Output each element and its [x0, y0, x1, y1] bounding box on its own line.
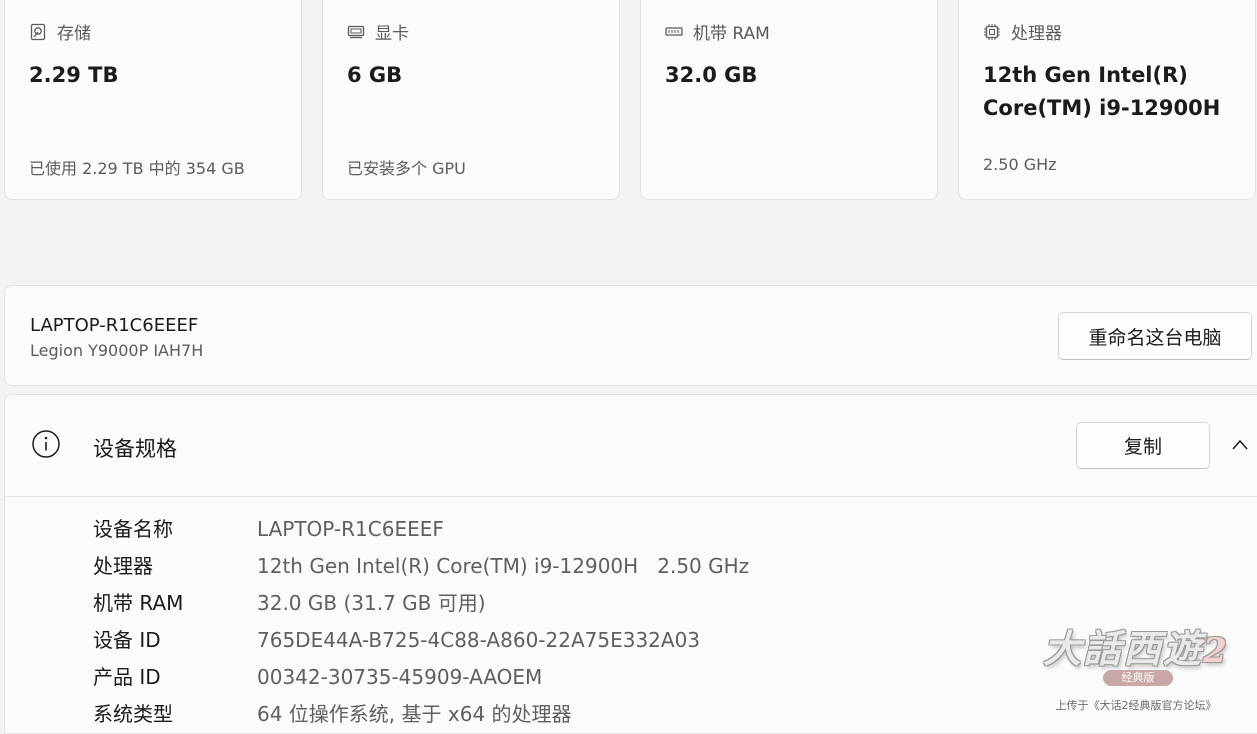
device-header: LAPTOP-R1C6EEEF Legion Y9000P IAH7H 重命名这…: [4, 285, 1257, 386]
spec-row: 设备 ID 765DE44A-B725-4C88-A860-22A75E332A…: [93, 622, 749, 659]
spec-row: 设备名称 LAPTOP-R1C6EEEF: [93, 511, 749, 548]
watermark-logo: 大話西遊2: [1043, 626, 1229, 671]
device-specs-header[interactable]: 设备规格 复制: [5, 395, 1257, 497]
spec-key: 设备 ID: [93, 628, 161, 652]
gpu-label: 显卡: [375, 24, 409, 44]
gpu-icon: [347, 25, 365, 38]
gpu-value: 6 GB: [347, 63, 403, 87]
spec-key: 处理器: [93, 554, 153, 578]
spec-key: 设备名称: [93, 517, 173, 541]
spec-row: 产品 ID 00342-30735-45909-AAOEM: [93, 659, 749, 696]
storage-usage: 已使用 2.29 TB 中的 354 GB: [29, 159, 245, 178]
spec-value: LAPTOP-R1C6EEEF: [257, 517, 444, 541]
watermark-caption: 上传于《大话2经典版官方论坛》: [1055, 699, 1217, 712]
device-model: Legion Y9000P IAH7H: [30, 341, 204, 360]
ram-icon: [665, 26, 683, 36]
spec-row: 系统类型 64 位操作系统, 基于 x64 的处理器: [93, 696, 749, 733]
spec-value: 32.0 GB (31.7 GB 可用): [257, 591, 486, 615]
spec-key: 产品 ID: [93, 665, 161, 689]
spec-row: 处理器 12th Gen Intel(R) Core(TM) i9-12900H…: [93, 548, 749, 585]
storage-card[interactable]: 存储 2.29 TB 已使用 2.29 TB 中的 354 GB: [4, 0, 302, 200]
spec-key: 系统类型: [93, 702, 173, 726]
cpu-card[interactable]: 处理器 12th Gen Intel(R) Core(TM) i9-12900H…: [958, 0, 1256, 200]
ram-value: 32.0 GB: [665, 63, 758, 87]
cpu-value: 12th Gen Intel(R) Core(TM) i9-12900H: [983, 63, 1221, 120]
ram-label: 机带 RAM: [693, 24, 770, 44]
cpu-label: 处理器: [1011, 24, 1062, 44]
cpu-speed: 2.50 GHz: [983, 155, 1057, 174]
specs-list: 设备名称 LAPTOP-R1C6EEEF 处理器 12th Gen Intel(…: [93, 511, 749, 733]
spec-key: 机带 RAM: [93, 591, 184, 615]
copy-button[interactable]: 复制: [1076, 422, 1210, 469]
device-name: LAPTOP-R1C6EEEF: [30, 315, 199, 336]
spec-value: 12th Gen Intel(R) Core(TM) i9-12900H 2.5…: [257, 554, 750, 578]
info-icon: [32, 430, 60, 458]
spec-value: 64 位操作系统, 基于 x64 的处理器: [257, 702, 572, 726]
storage-label: 存储: [57, 24, 91, 44]
storage-icon: [30, 23, 46, 40]
gpu-card[interactable]: 显卡 6 GB 已安装多个 GPU: [322, 0, 620, 200]
rename-pc-button[interactable]: 重命名这台电脑: [1058, 312, 1252, 360]
watermark: 大話西遊2 经典版 上传于《大话2经典版官方论坛》: [1025, 618, 1247, 718]
ram-card[interactable]: 机带 RAM 32.0 GB: [640, 0, 938, 200]
specs-title: 设备规格: [93, 437, 177, 461]
chevron-up-icon[interactable]: [1230, 435, 1250, 455]
gpu-sub: 已安装多个 GPU: [347, 159, 466, 178]
spec-value: 00342-30735-45909-AAOEM: [257, 665, 543, 689]
spec-value: 765DE44A-B725-4C88-A860-22A75E332A03: [257, 628, 701, 652]
spec-row: 机带 RAM 32.0 GB (31.7 GB 可用): [93, 585, 749, 622]
cpu-icon: [984, 23, 1000, 40]
storage-value: 2.29 TB: [29, 63, 119, 87]
watermark-badge: 经典版: [1103, 670, 1173, 686]
